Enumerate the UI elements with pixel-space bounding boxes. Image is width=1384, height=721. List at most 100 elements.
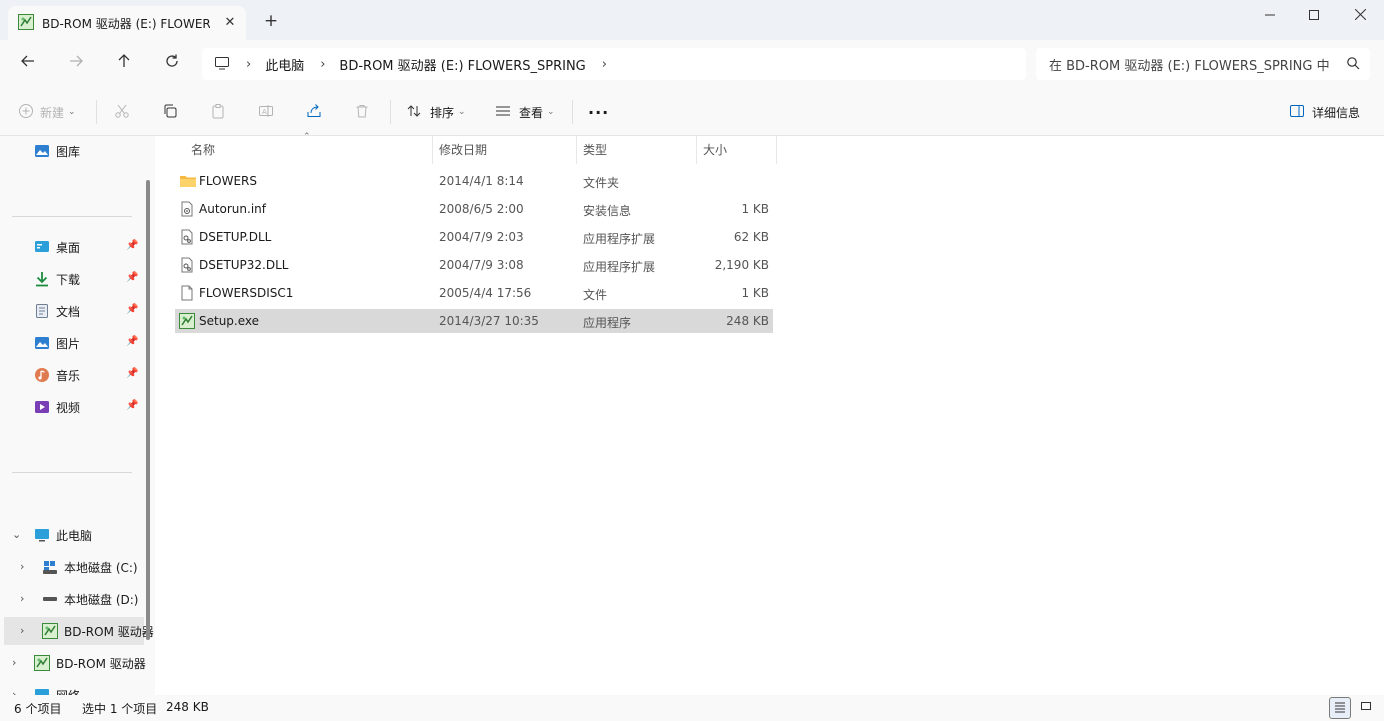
- chevron-right-icon[interactable]: ›: [246, 57, 251, 72]
- column-header-size[interactable]: 大小: [703, 136, 727, 164]
- sidebar-item-drive-c[interactable]: › 本地磁盘 (C:): [0, 553, 144, 581]
- sidebar-item-downloads[interactable]: 下载 📌: [0, 265, 144, 293]
- sidebar-item-desktop[interactable]: 桌面 📌: [0, 233, 144, 261]
- sidebar-scrollbar[interactable]: [146, 180, 150, 640]
- file-name: Setup.exe: [199, 314, 260, 328]
- cut-button[interactable]: [114, 100, 130, 124]
- chevron-right-icon[interactable]: ›: [602, 57, 607, 72]
- search-input[interactable]: 在 BD-ROM 驱动器 (E:) FLOWERS_SPRING 中搜索: [1036, 48, 1370, 80]
- file-name: DSETUP.DLL: [199, 230, 272, 244]
- sidebar-item-pictures[interactable]: 图片 📌: [0, 329, 144, 357]
- file-date: 2014/4/1 8:14: [439, 174, 524, 188]
- file-size: 1 KB: [741, 286, 769, 300]
- chevron-right-icon[interactable]: ›: [320, 57, 325, 72]
- sidebar-item-gallery[interactable]: 图库: [0, 137, 144, 165]
- desktop-icon: [34, 239, 50, 255]
- file-row-flowers[interactable]: FLOWERS 2014/4/1 8:14 文件夹: [175, 169, 773, 193]
- file-row-setup-exe[interactable]: Setup.exe 2014/3/27 10:35 应用程序 248 KB: [175, 309, 773, 333]
- back-button[interactable]: [16, 52, 40, 76]
- column-divider[interactable]: [696, 136, 697, 164]
- item-count: 6 个项目: [14, 702, 62, 716]
- sidebar-item-label: 本地磁盘 (C:): [64, 561, 138, 575]
- chevron-right-icon[interactable]: ›: [12, 656, 16, 669]
- pin-icon[interactable]: 📌: [126, 272, 138, 283]
- pin-icon[interactable]: 📌: [126, 240, 138, 251]
- minimize-button[interactable]: [1255, 6, 1285, 26]
- setup-exe-icon: [179, 313, 195, 329]
- view-button[interactable]: 查看 ⌄: [495, 100, 555, 124]
- navigation-pane: 图库 桌面 📌 下载 📌 文档 📌 图片 📌 音乐 📌 视频 📌 ⌄ 此电脑 ›…: [0, 136, 155, 695]
- tiles-view-button[interactable]: [1355, 697, 1377, 719]
- sidebar-item-label: 图片: [56, 337, 81, 351]
- delete-button[interactable]: [354, 100, 370, 124]
- selected-count: 选中 1 个项目: [82, 702, 158, 716]
- close-window-button[interactable]: [1345, 6, 1375, 26]
- search-icon[interactable]: [1346, 56, 1360, 73]
- folder-icon: [179, 173, 196, 189]
- address-bar[interactable]: › 此电脑 › BD-ROM 驱动器 (E:) FLOWERS_SPRING ›: [202, 48, 1026, 80]
- file-row-dsetup-dll[interactable]: DSETUP.DLL 2004/7/9 2:03 应用程序扩展 62 KB: [175, 225, 773, 249]
- chevron-right-icon[interactable]: ›: [20, 592, 24, 605]
- details-label: 详细信息: [1312, 105, 1361, 120]
- toolbar-divider: [96, 100, 97, 124]
- sidebar-divider: [12, 472, 132, 473]
- disc-setup-icon: [42, 623, 58, 639]
- chevron-right-icon[interactable]: ›: [20, 624, 24, 637]
- breadcrumb-this-pc[interactable]: 此电脑: [265, 55, 304, 74]
- sidebar-item-bd-rom-root[interactable]: › BD-ROM 驱动器: [0, 649, 146, 677]
- pin-icon[interactable]: 📌: [126, 368, 138, 379]
- column-divider[interactable]: [776, 136, 777, 164]
- sidebar-item-network[interactable]: › 网络: [0, 681, 144, 695]
- chevron-down-icon: ⌄: [458, 107, 466, 117]
- sidebar-item-documents[interactable]: 文档 📌: [0, 297, 144, 325]
- rename-button[interactable]: A: [258, 100, 274, 124]
- clipboard-icon: [210, 103, 226, 122]
- file-row-dsetup32-dll[interactable]: DSETUP32.DLL 2004/7/9 3:08 应用程序扩展 2,190 …: [175, 253, 773, 277]
- computer-icon: [34, 527, 50, 543]
- sidebar-item-videos[interactable]: 视频 📌: [0, 393, 144, 421]
- scissors-icon: [114, 103, 130, 122]
- pin-icon[interactable]: 📌: [126, 304, 138, 315]
- toolbar-divider: [390, 100, 391, 124]
- plus-circle-icon: [18, 103, 34, 122]
- refresh-button[interactable]: [160, 52, 184, 76]
- new-button[interactable]: 新建 ⌄: [18, 100, 76, 124]
- breadcrumb-bd-rom[interactable]: BD-ROM 驱动器 (E:) FLOWERS_SPRING: [339, 55, 585, 74]
- column-header-name[interactable]: 名称: [191, 136, 215, 164]
- forward-button[interactable]: [64, 52, 88, 76]
- tab-close-icon[interactable]: ✕: [222, 15, 238, 31]
- column-header-type[interactable]: 类型: [583, 136, 607, 164]
- details-view-button[interactable]: [1329, 697, 1351, 719]
- file-size: 2,190 KB: [714, 258, 769, 272]
- column-header-date[interactable]: 修改日期: [439, 136, 487, 164]
- copy-button[interactable]: [162, 100, 178, 124]
- more-options-button[interactable]: ···: [588, 100, 609, 124]
- file-size: 62 KB: [733, 230, 769, 244]
- sidebar-item-bd-rom-selected[interactable]: › BD-ROM 驱动器: [4, 617, 154, 645]
- share-button[interactable]: [306, 100, 322, 124]
- file-row-autorun[interactable]: Autorun.inf 2008/6/5 2:00 安装信息 1 KB: [175, 197, 773, 221]
- sidebar-item-this-pc[interactable]: ⌄ 此电脑: [0, 521, 144, 549]
- column-divider[interactable]: [576, 136, 577, 164]
- maximize-button[interactable]: [1299, 6, 1329, 26]
- pin-icon[interactable]: 📌: [126, 336, 138, 347]
- pin-icon[interactable]: 📌: [126, 400, 138, 411]
- chevron-right-icon[interactable]: ›: [12, 688, 16, 695]
- paste-button[interactable]: [210, 100, 226, 124]
- file-type: 文件: [583, 288, 608, 302]
- file-list: ⌃ 名称 修改日期 类型 大小 FLOWERS 2014/4/1 8:14 文件…: [157, 132, 1384, 695]
- file-type: 应用程序扩展: [583, 260, 656, 274]
- sidebar-item-label: 音乐: [56, 369, 81, 383]
- file-row-flowersdisc1[interactable]: FLOWERSDISC1 2005/4/4 17:56 文件 1 KB: [175, 281, 773, 305]
- column-divider[interactable]: [432, 136, 433, 164]
- sort-button[interactable]: 排序 ⌄: [406, 100, 466, 124]
- new-tab-button[interactable]: +: [262, 12, 280, 30]
- sidebar-item-drive-d[interactable]: › 本地磁盘 (D:): [0, 585, 144, 613]
- up-button[interactable]: [112, 52, 136, 76]
- chevron-right-icon[interactable]: ›: [20, 560, 24, 573]
- details-pane-button[interactable]: 详细信息: [1289, 100, 1360, 124]
- tab-active[interactable]: BD-ROM 驱动器 (E:) FLOWERS ✕: [8, 6, 246, 40]
- title-bar: BD-ROM 驱动器 (E:) FLOWERS ✕ +: [0, 0, 1384, 40]
- sidebar-item-music[interactable]: 音乐 📌: [0, 361, 144, 389]
- chevron-down-icon[interactable]: ⌄: [12, 528, 21, 541]
